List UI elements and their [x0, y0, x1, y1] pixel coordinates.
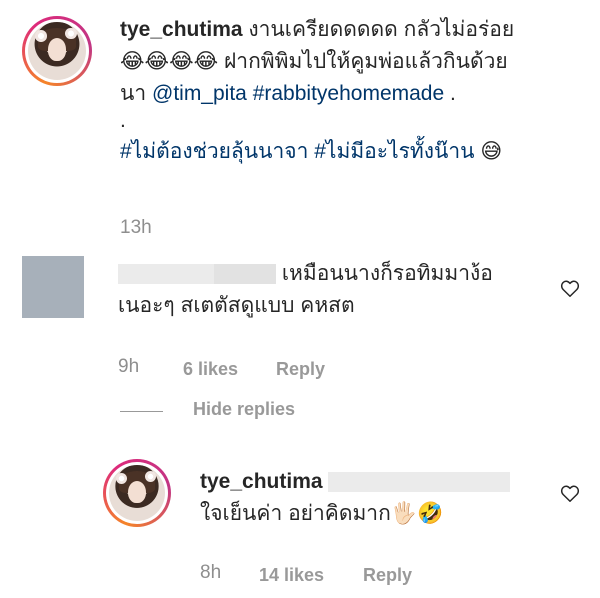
reply-username[interactable]: tye_chutima: [200, 470, 323, 493]
comment-timestamp[interactable]: 9h: [118, 356, 139, 378]
hashtag-link[interactable]: #ไม่มีอะไรทั้งน๊าน: [314, 140, 474, 163]
reply-button[interactable]: Reply: [276, 359, 325, 380]
reply-button[interactable]: Reply: [363, 565, 412, 586]
sweat-smile-emoji: 😅: [480, 140, 503, 163]
redacted-mention: [328, 472, 511, 493]
hashtag-link[interactable]: #rabbityehomemade: [253, 82, 444, 105]
redacted-username: [214, 264, 276, 285]
avatar[interactable]: [103, 459, 171, 527]
hand-and-rofl-emoji: 🖐🏻🤣: [390, 502, 444, 525]
main-comment: tye_chutima งานเครียดดดดด กลัวไม่อร่อย 😂…: [120, 14, 580, 168]
redacted-username: [118, 264, 214, 285]
comment-text-line1: เหมือนนางก็รอทิมมาง้อ: [281, 262, 493, 285]
comment-username[interactable]: tye_chutima: [120, 18, 243, 41]
hashtag-link[interactable]: #ไม่ต้องช่วยลุ้นนาจา: [120, 140, 308, 163]
comment-text-line3-suffix: .: [450, 82, 456, 105]
avatar[interactable]: [22, 16, 92, 86]
heart-icon[interactable]: [559, 482, 581, 504]
likes-count[interactable]: 14 likes: [259, 565, 324, 586]
avatar[interactable]: [22, 256, 84, 318]
comment-timestamp[interactable]: 13h: [120, 217, 152, 239]
hide-replies-button[interactable]: Hide replies: [193, 399, 295, 420]
comment-text-line2: ฝากพิพิมไปให้คูมพ่อแล้วกินด้วย: [224, 50, 508, 73]
comment-2: เหมือนนางก็รอทิมมาง้อ เนอะๆ สเตตัสดูแบบ …: [118, 258, 548, 322]
comment-text-line2: เนอะๆ สเตตัสดูแบบ คหสต: [118, 294, 355, 317]
laughing-emoji-row: 😂😂😂😂: [120, 50, 219, 73]
reply-timestamp[interactable]: 8h: [200, 562, 221, 584]
reply-comment: tye_chutima ใจเย็นค่า อย่าคิดมาก🖐🏻🤣: [200, 466, 560, 530]
heart-icon[interactable]: [559, 277, 581, 299]
dot-line: .: [120, 109, 126, 132]
likes-count[interactable]: 6 likes: [183, 359, 238, 380]
mention-link[interactable]: @tim_pita: [152, 82, 247, 105]
comment-text-line3-prefix: นา: [120, 82, 147, 105]
comment-text-line1: งานเครียดดดดด กลัวไม่อร่อย: [248, 18, 515, 41]
reply-text: ใจเย็นค่า อย่าคิดมาก: [200, 502, 391, 525]
replies-divider: [120, 411, 163, 412]
